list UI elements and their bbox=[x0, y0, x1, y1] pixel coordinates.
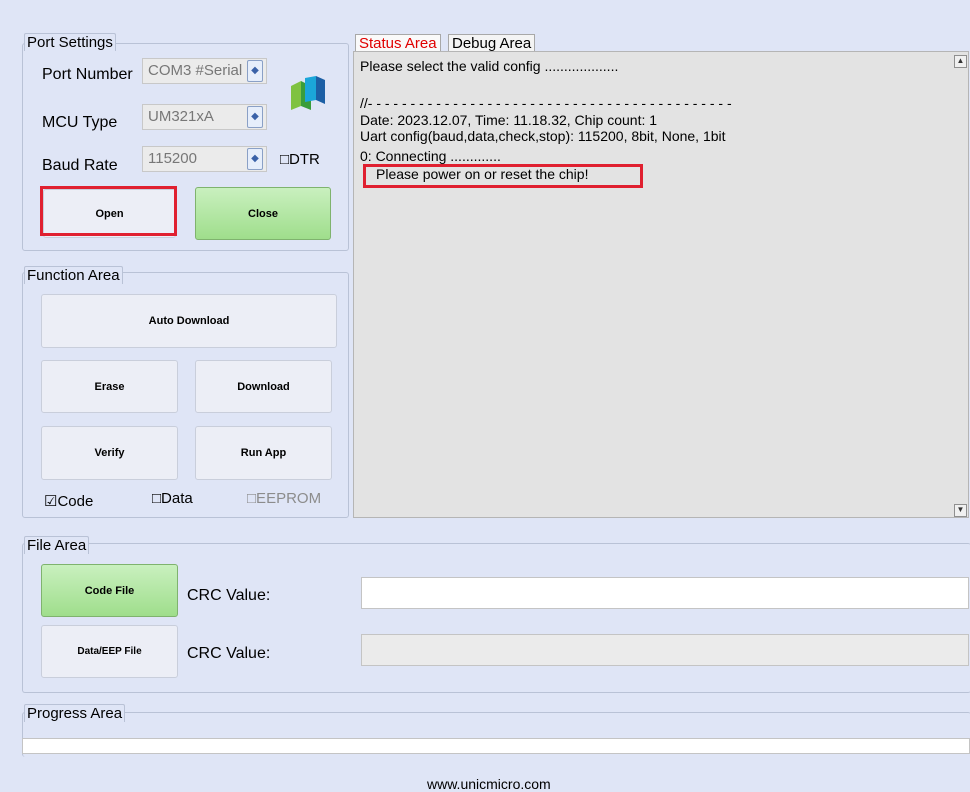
progress-bar bbox=[22, 738, 970, 754]
data-checkbox[interactable]: □Data bbox=[152, 490, 193, 507]
erase-button[interactable]: Erase bbox=[41, 360, 178, 413]
code-crc-field[interactable] bbox=[361, 577, 969, 609]
function-area-title: Function Area bbox=[24, 266, 123, 284]
baud-rate-label: Baud Rate bbox=[42, 157, 118, 174]
run-app-button[interactable]: Run App bbox=[195, 426, 332, 480]
status-log-panel[interactable]: Please select the valid config .........… bbox=[353, 51, 969, 518]
code-crc-label: CRC Value: bbox=[187, 587, 271, 604]
port-number-value: COM3 #Serial bbox=[148, 62, 243, 79]
data-crc-label: CRC Value: bbox=[187, 645, 271, 662]
download-button[interactable]: Download bbox=[195, 360, 332, 413]
status-line-1: Please select the valid config .........… bbox=[360, 58, 619, 74]
eeprom-checkbox: □EEPROM bbox=[247, 490, 322, 507]
footer-url[interactable]: www.unicmicro.com bbox=[427, 776, 551, 792]
mcu-type-value: UM321xA bbox=[148, 108, 214, 125]
status-line-2: //- - - - - - - - - - - - - - - - - - - … bbox=[360, 95, 732, 111]
dtr-checkbox[interactable]: □DTR bbox=[280, 151, 320, 168]
data-eep-file-button[interactable]: Data/EEP File bbox=[41, 625, 178, 678]
power-on-message-highlight bbox=[363, 164, 643, 188]
baud-rate-dropdown-icon[interactable]: ◆ bbox=[247, 148, 263, 170]
port-number-label: Port Number bbox=[42, 66, 133, 83]
progress-area-title: Progress Area bbox=[24, 704, 126, 722]
file-area-title: File Area bbox=[24, 536, 90, 554]
status-line-5: 0: Connecting ............. bbox=[360, 148, 501, 164]
close-button[interactable]: Close bbox=[195, 187, 331, 240]
port-number-dropdown-icon[interactable]: ◆ bbox=[247, 60, 263, 82]
scroll-up-icon[interactable]: ▲ bbox=[954, 55, 967, 68]
mcu-type-dropdown-icon[interactable]: ◆ bbox=[247, 106, 263, 128]
code-file-button[interactable]: Code File bbox=[41, 564, 178, 617]
data-crc-field bbox=[361, 634, 969, 666]
auto-download-button[interactable]: Auto Download bbox=[41, 294, 337, 348]
baud-rate-value: 115200 bbox=[148, 150, 197, 167]
verify-button[interactable]: Verify bbox=[41, 426, 178, 480]
status-line-4: Uart config(baud,data,check,stop): 11520… bbox=[360, 128, 726, 144]
mcu-type-label: MCU Type bbox=[42, 114, 118, 131]
scroll-down-icon[interactable]: ▼ bbox=[954, 504, 967, 517]
code-checkbox[interactable]: ☑Code bbox=[44, 492, 93, 510]
status-line-3: Date: 2023.12.07, Time: 11.18.32, Chip c… bbox=[360, 112, 658, 128]
unicmicro-logo-icon bbox=[291, 76, 325, 110]
port-settings-title: Port Settings bbox=[24, 33, 116, 51]
open-button-highlight bbox=[40, 186, 177, 236]
